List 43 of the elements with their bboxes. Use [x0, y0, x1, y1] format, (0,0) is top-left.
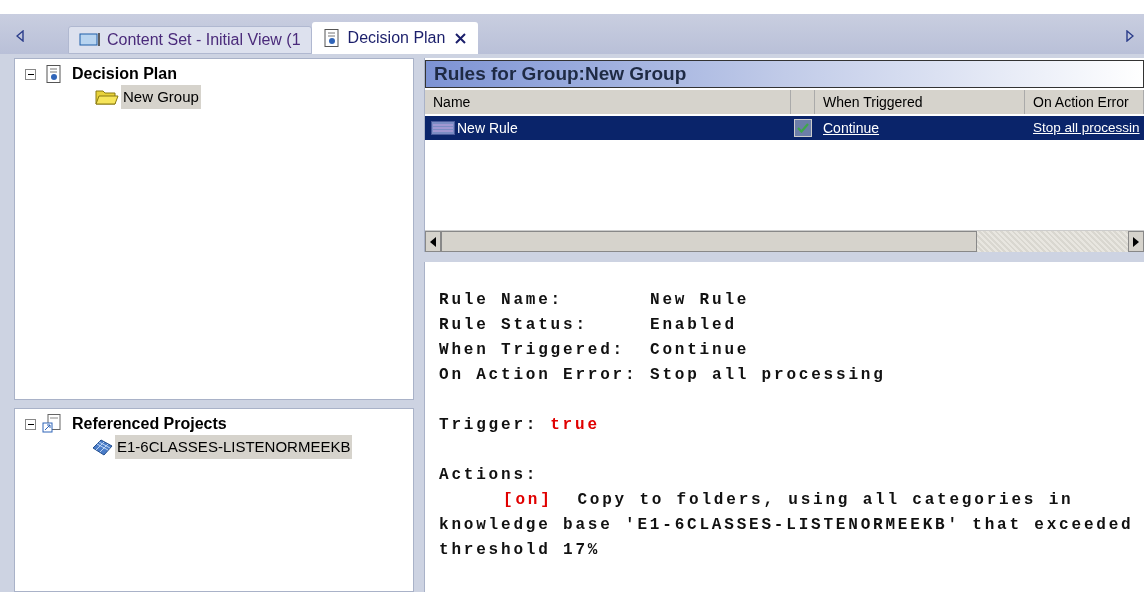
column-header[interactable]: On Action Error [1025, 90, 1144, 114]
link[interactable]: Stop all processin [1033, 120, 1140, 136]
collapse-toggle[interactable] [25, 418, 36, 430]
tree-item[interactable]: Decision Plan [72, 62, 177, 86]
column-header[interactable]: Name [425, 90, 791, 114]
document-icon [46, 65, 62, 83]
scroll-right-button[interactable] [1128, 231, 1144, 252]
panel-title: Rules for Group:New Group [425, 60, 1144, 88]
document-icon [323, 29, 340, 47]
field-value: New Rule [650, 290, 751, 311]
linked-document-icon [42, 414, 62, 434]
link[interactable]: Continue [823, 119, 880, 136]
database-grid-icon [91, 438, 113, 456]
right-arrow-icon [1133, 236, 1139, 247]
monitor-icon [79, 32, 101, 48]
field-label: Rule Name: [439, 290, 564, 311]
tree-item[interactable]: Referenced Projects [72, 412, 227, 436]
field-label: Rule Status: [439, 315, 589, 336]
close-icon[interactable] [455, 32, 467, 44]
tab[interactable]: Content Set - Initial View (1 [68, 26, 312, 54]
action-text: [on] Copy to folders, using all categories in knowledge base 'E1-6CLASSES-LISTENORMEEKB' that exceeded threshold 17% [439, 490, 1135, 561]
field-value: Stop all processing [650, 365, 886, 386]
checkbox[interactable] [794, 119, 812, 137]
trigger-value: true [550, 415, 600, 436]
field-label: When Triggered: [439, 340, 627, 361]
tree-item[interactable]: E1-6CLASSES-LISTENORMEEKB [115, 434, 353, 460]
tab[interactable]: Decision Plan [311, 22, 479, 54]
field-value: Continue [650, 340, 751, 361]
folder-icon [95, 89, 119, 105]
table-cell-text: New Rule [457, 118, 518, 138]
field-label: On Action Error: [439, 365, 639, 386]
tree-item[interactable]: New Group [121, 84, 201, 110]
field-value: Enabled [650, 315, 738, 336]
scroll-right-icon[interactable] [1126, 30, 1134, 42]
left-arrow-icon [430, 236, 436, 247]
column-header[interactable]: When Triggered [815, 90, 1025, 114]
field-label: Actions: [439, 465, 539, 486]
collapse-toggle[interactable] [25, 68, 36, 80]
scrollbar-thumb[interactable] [441, 231, 977, 252]
field-label: Trigger: [439, 415, 539, 436]
scroll-left-icon[interactable] [16, 30, 24, 42]
table-row[interactable]: New Rule Continue Stop all processin [425, 116, 1144, 140]
scroll-left-button[interactable] [425, 231, 441, 252]
